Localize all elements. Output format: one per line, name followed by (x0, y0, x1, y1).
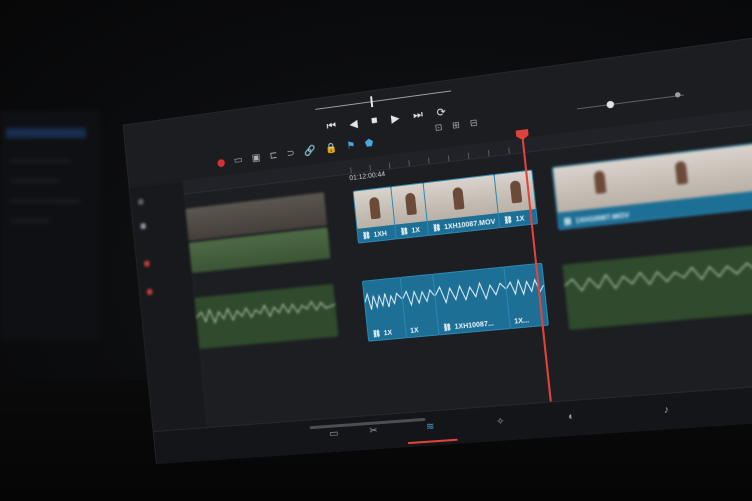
marker-icon[interactable]: ⬟ (364, 138, 374, 150)
record-icon[interactable] (217, 158, 226, 167)
audio-clip-left[interactable] (194, 283, 339, 350)
editor-window: ⏮ ◀ ■ ▶ ⏭ ⟳ ▭ ▣ ⊏ ⊃ 🔗 🔒 ⚑ ⬟ ⊡ ⊞ ⊟ 01:12:… (122, 37, 752, 465)
color-page-icon[interactable]: ◐ (568, 411, 576, 423)
timeline-scrollbar[interactable] (309, 417, 426, 430)
transport-controls: ⏮ ◀ ■ ▶ ⏭ ⟳ (326, 105, 446, 133)
link-icon[interactable]: 🔗 (304, 145, 317, 157)
razor-icon[interactable]: ⊏ (269, 150, 278, 162)
active-page-indicator (407, 438, 458, 445)
go-to-start-icon[interactable]: ⏮ (326, 120, 337, 134)
scrubber-knob[interactable] (370, 96, 374, 108)
fairlight-page-icon[interactable]: ♪ (663, 404, 670, 416)
page-navigation: ▭ ✂ ≋ ✧ ◐ ♪ (153, 383, 752, 465)
loop-icon[interactable]: ⟳ (436, 105, 446, 119)
media-page-icon[interactable]: ▭ (329, 428, 339, 439)
fusion-page-icon[interactable]: ✧ (496, 416, 506, 428)
link-icon: ⛓ (442, 324, 453, 333)
track-header-marker (137, 198, 144, 205)
trim-icon[interactable]: ▭ (233, 155, 243, 167)
link-icon: ⛓ (432, 224, 442, 233)
flag-icon[interactable]: ⚑ (346, 140, 356, 152)
edit-page-icon[interactable]: ≋ (426, 421, 435, 433)
zoom-slider-knob[interactable] (606, 100, 615, 109)
zoom-buttons: ⊡ ⊞ ⊟ (434, 117, 478, 133)
stop-icon[interactable]: ■ (370, 114, 378, 128)
blade-icon[interactable]: ▣ (251, 152, 261, 164)
video-clip[interactable]: ⛓ 1XH10087.MOV (422, 173, 501, 237)
link-icon: ⛓ (371, 330, 382, 339)
audio-track-header-a2[interactable] (146, 288, 153, 295)
link-icon: ⛓ (399, 228, 410, 237)
zoom-max-marker (674, 91, 681, 98)
play-reverse-icon[interactable]: ◀ (349, 117, 358, 131)
link-icon: ⛓ (562, 218, 573, 227)
lock-icon[interactable]: 🔒 (325, 142, 338, 154)
video-clip[interactable]: ⛓ 1XH (352, 186, 397, 244)
play-icon[interactable]: ▶ (391, 112, 400, 125)
zoom-detail-icon[interactable]: ⊞ (452, 120, 461, 132)
zoom-slider[interactable] (577, 94, 684, 110)
snap-icon[interactable]: ⊃ (286, 148, 295, 160)
go-to-end-icon[interactable]: ⏭ (412, 108, 423, 122)
cut-page-icon[interactable]: ✂ (369, 425, 378, 436)
audio-clip[interactable]: ⛓ 1XH10087... (432, 266, 511, 336)
link-icon: ⛓ (361, 232, 372, 241)
audio-clip-right[interactable] (562, 244, 752, 330)
video-track-header[interactable] (140, 223, 147, 230)
zoom-custom-icon[interactable]: ⊟ (469, 117, 478, 129)
link-icon: ⛓ (503, 216, 514, 225)
audio-track-header-a1[interactable] (143, 260, 150, 267)
zoom-full-icon[interactable]: ⊡ (434, 122, 443, 134)
video-clip-right[interactable]: ⛓ 1XH10087.MOV (551, 142, 752, 231)
